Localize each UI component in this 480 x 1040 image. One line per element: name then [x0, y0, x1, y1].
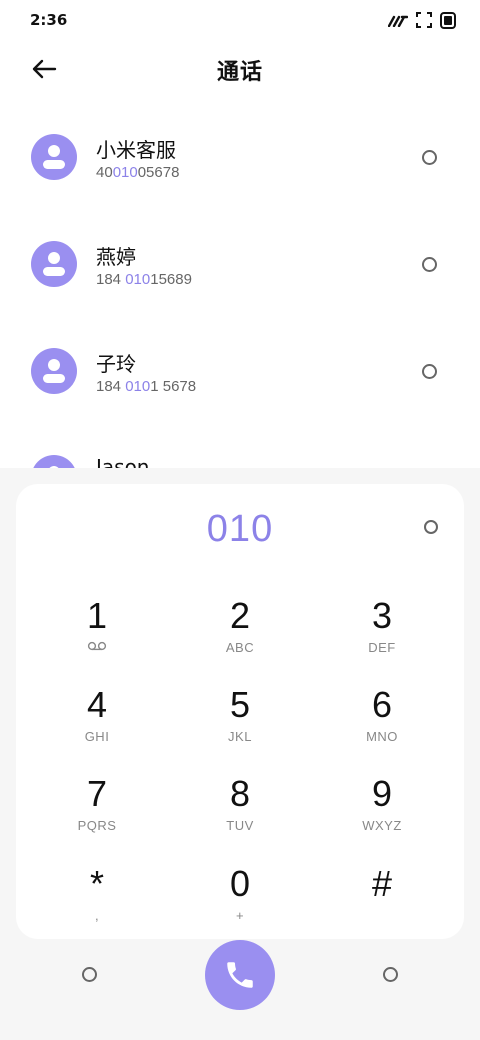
key-star[interactable]: * ,: [37, 864, 157, 944]
avatar: [31, 348, 77, 394]
key-9[interactable]: 9 WXYZ: [322, 774, 442, 854]
page-title: 通话: [216, 60, 263, 85]
contact-row[interactable]: 燕婷 184 01015689: [0, 211, 480, 318]
contact-name: 燕婷: [96, 245, 136, 269]
select-radio[interactable]: [422, 257, 437, 272]
contact-row[interactable]: 小米客服 4001005678: [0, 104, 480, 211]
contact-name: 小米客服: [96, 138, 176, 162]
key-4[interactable]: 4 GHI: [37, 685, 157, 765]
contact-number: 184 0101 5678: [96, 378, 197, 395]
dialed-number: 010: [206, 508, 274, 550]
key-2[interactable]: 2 ABC: [180, 596, 300, 676]
battery-icon: [440, 11, 456, 29]
select-radio[interactable]: [422, 150, 437, 165]
key-hash[interactable]: #: [322, 864, 442, 944]
right-action-radio[interactable]: [383, 967, 398, 982]
contact-name: 子玲: [96, 352, 136, 376]
key-5[interactable]: 5 JKL: [180, 685, 300, 765]
status-time: 2:36: [30, 11, 68, 29]
key-3[interactable]: 3 DEF: [322, 596, 442, 676]
key-6[interactable]: 6 MNO: [322, 685, 442, 765]
key-1[interactable]: 1: [37, 596, 157, 676]
status-bar: 2:36: [0, 0, 480, 40]
contact-row[interactable]: 子玲 184 0101 5678: [0, 318, 480, 425]
contact-number: 4001005678: [96, 164, 180, 181]
screen-capture-icon: [416, 12, 432, 28]
call-button[interactable]: [205, 940, 275, 1010]
header: 通话: [0, 44, 480, 94]
status-icons: [388, 11, 456, 29]
key-8[interactable]: 8 TUV: [180, 774, 300, 854]
contact-number: 184 01015689: [96, 271, 192, 288]
display-radio[interactable]: [424, 520, 438, 534]
key-7[interactable]: 7 PQRS: [37, 774, 157, 854]
voicemail-icon: [87, 641, 107, 651]
phone-icon: [227, 962, 253, 988]
avatar: [31, 134, 77, 180]
key-0[interactable]: 0 +: [180, 864, 300, 944]
dialpad-panel: 010 1 2 ABC 3 DEF 4 GHI 5 JKL 6 MNO 7 PQ…: [0, 468, 480, 1040]
signal-icon: [388, 15, 408, 27]
left-action-radio[interactable]: [82, 967, 97, 982]
select-radio[interactable]: [422, 364, 437, 379]
avatar: [31, 241, 77, 287]
dialpad-card: 010 1 2 ABC 3 DEF 4 GHI 5 JKL 6 MNO 7 PQ…: [16, 484, 464, 939]
